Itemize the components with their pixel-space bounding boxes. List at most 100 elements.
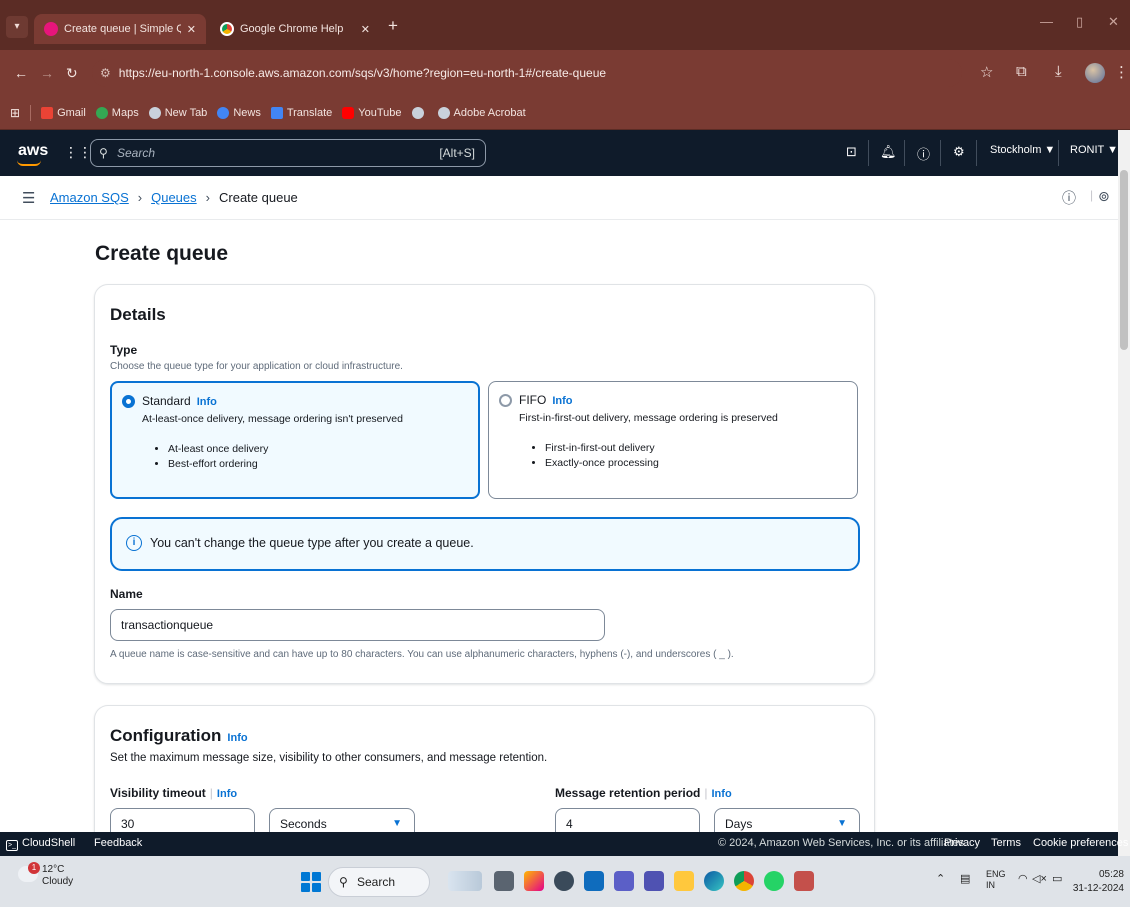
standard-radio[interactable] — [122, 395, 135, 408]
bookmark-gmail[interactable]: Gmail — [41, 106, 86, 119]
cookie-preferences-link[interactable]: Cookie preferences — [1033, 837, 1128, 849]
globe-icon — [148, 106, 161, 119]
tray-chevron-icon[interactable]: ⌃ — [936, 872, 945, 885]
volume-icon[interactable]: ◁× — [1032, 872, 1047, 885]
aws-logo[interactable]: aws — [18, 142, 48, 160]
fifo-radio[interactable] — [499, 394, 512, 407]
bookmark-new-tab[interactable]: New Tab — [148, 106, 207, 119]
wifi-icon[interactable]: ◠ — [1018, 872, 1028, 885]
reload-icon[interactable]: ↻ — [66, 65, 78, 82]
tab-close-icon[interactable]: ✕ — [187, 23, 196, 36]
fifo-info-link[interactable]: Info — [552, 395, 572, 407]
retention-info-link[interactable]: Info — [712, 788, 732, 800]
breadcrumb-current: Create queue — [219, 190, 298, 205]
terms-link[interactable]: Terms — [991, 837, 1021, 849]
whatsapp-icon[interactable] — [764, 871, 784, 891]
crumb-divider: | — [1090, 188, 1094, 202]
address-bar[interactable]: ⚙ https://eu-north-1.console.aws.amazon.c… — [92, 59, 962, 87]
visibility-info-link[interactable]: Info — [217, 788, 237, 800]
tab-search-icon[interactable]: ▾ — [6, 16, 28, 38]
type-label: Type — [110, 343, 138, 357]
bookmark-translate[interactable]: Translate — [270, 106, 332, 119]
queue-name-input[interactable]: transactionqueue — [110, 609, 605, 641]
windows-taskbar: 1 12°C Cloudy ⚲ Search ⌃ ▤ ENG IN ◠ ◁× ▭ 05… — [0, 856, 1130, 907]
battery-icon[interactable]: ▭ — [1052, 872, 1062, 885]
standard-queue-option[interactable]: Standard Info At-least-once delivery, mes… — [110, 381, 480, 499]
system-clock[interactable]: 05:28 31-12-2024 — [1072, 868, 1124, 896]
nav-divider — [868, 140, 869, 166]
cloudshell-button[interactable]: >_ CloudShell — [6, 837, 75, 851]
apps-grid-icon[interactable]: ⊞ — [10, 106, 20, 120]
close-window-icon[interactable]: ✕ — [1108, 14, 1119, 30]
download-icon[interactable]: ⤓ — [1055, 63, 1062, 80]
forward-icon[interactable]: → — [40, 65, 54, 81]
news-icon — [217, 106, 230, 119]
fifo-queue-option[interactable]: FIFO Info First-in-first-out delivery, me… — [488, 381, 858, 499]
teams-icon[interactable] — [614, 871, 634, 891]
aws-logo-smile — [17, 160, 41, 166]
bookmark-star-icon[interactable]: ☆ — [980, 63, 993, 81]
copyright-text: © 2024, Amazon Web Services, Inc. or its… — [718, 837, 968, 849]
tab-close-icon[interactable]: ✕ — [361, 23, 370, 36]
bell-icon[interactable]: 🔔︎ — [880, 144, 897, 160]
task-view-icon[interactable] — [494, 871, 514, 891]
widgets-icon[interactable] — [448, 871, 482, 891]
tab-create-queue[interactable]: Create queue | Simple Queue Se ✕ — [34, 14, 206, 44]
privacy-link[interactable]: Privacy — [944, 837, 980, 849]
configuration-description: Set the maximum message size, visibility… — [110, 752, 548, 764]
bookmark-news[interactable]: News — [217, 106, 261, 119]
site-settings-icon[interactable]: ⚙ — [100, 66, 111, 80]
account-menu[interactable]: RONIT ▼ — [1070, 144, 1118, 156]
url-text: https://eu-north-1.console.aws.amazon.co… — [118, 66, 607, 80]
bookmark-untitled[interactable] — [411, 106, 428, 119]
maximize-icon[interactable]: ▯ — [1076, 14, 1083, 30]
bookmark-maps[interactable]: Maps — [95, 106, 139, 119]
standard-info-link[interactable]: Info — [197, 396, 217, 408]
taskbar-search[interactable]: ⚲ Search — [328, 867, 430, 897]
nav-divider — [940, 140, 941, 166]
tab-title: Create queue | Simple Queue Se — [64, 23, 181, 35]
copilot-icon[interactable] — [524, 871, 544, 891]
minimize-icon[interactable]: — — [1040, 14, 1053, 29]
page-scrollbar[interactable] — [1118, 130, 1130, 856]
hamburger-menu-icon[interactable]: ☰ — [22, 189, 35, 207]
extensions-icon[interactable]: ⧉ — [1016, 63, 1027, 80]
chrome-menu-icon[interactable]: ⋮ — [1114, 63, 1129, 81]
breadcrumb-separator: › — [205, 190, 210, 205]
back-icon[interactable]: ← — [14, 65, 28, 81]
list-item: First-in-first-out delivery — [545, 442, 659, 454]
edge-icon[interactable] — [704, 871, 724, 891]
aws-search-input[interactable]: ⚲ Search [Alt+S] — [90, 139, 486, 167]
bookmark-adobe-acrobat[interactable]: Adobe Acrobat — [437, 106, 526, 119]
file-explorer-icon[interactable] — [674, 871, 694, 891]
windows-start-icon[interactable] — [301, 872, 321, 892]
profile-avatar[interactable] — [1085, 63, 1105, 83]
new-tab-icon[interactable]: + — [388, 16, 398, 36]
gear-icon[interactable]: ⚙ — [953, 144, 965, 160]
tab-chrome-help[interactable]: Google Chrome Help ✕ — [210, 14, 380, 44]
type-description: Choose the queue type for your applicati… — [110, 361, 403, 372]
region-selector[interactable]: Stockholm ▼ — [990, 144, 1055, 156]
configuration-info-link[interactable]: Info — [227, 732, 247, 744]
help-icon[interactable]: ⓘ — [917, 144, 930, 163]
cloudshell-icon[interactable]: ⊡ — [846, 144, 857, 160]
scrollbar-thumb[interactable] — [1120, 170, 1128, 350]
bookmark-youtube[interactable]: YouTube — [342, 106, 402, 119]
retention-period-label: Message retention period | Info — [555, 786, 732, 800]
breadcrumb-queues[interactable]: Queues — [151, 190, 197, 205]
visibility-unit-value: Seconds — [280, 817, 327, 831]
chrome-icon[interactable] — [734, 871, 754, 891]
search-icon: ⚲ — [339, 875, 348, 889]
details-panel: Details Type Choose the queue type for y… — [94, 284, 875, 684]
language-indicator[interactable]: ENG IN — [986, 869, 1006, 891]
fifo-title-text: FIFO — [519, 393, 547, 407]
breadcrumb-amazon-sqs[interactable]: Amazon SQS — [50, 190, 129, 205]
tray-app-icon[interactable]: ▤ — [960, 872, 970, 885]
notifications-panel-icon[interactable]: ⊚ — [1098, 188, 1110, 205]
app-icon[interactable] — [554, 871, 574, 891]
app-icon[interactable] — [794, 871, 814, 891]
feedback-link[interactable]: Feedback — [94, 837, 142, 849]
store-icon[interactable] — [584, 871, 604, 891]
app-icon[interactable] — [644, 871, 664, 891]
info-panel-icon[interactable]: ⓘ — [1062, 188, 1076, 208]
